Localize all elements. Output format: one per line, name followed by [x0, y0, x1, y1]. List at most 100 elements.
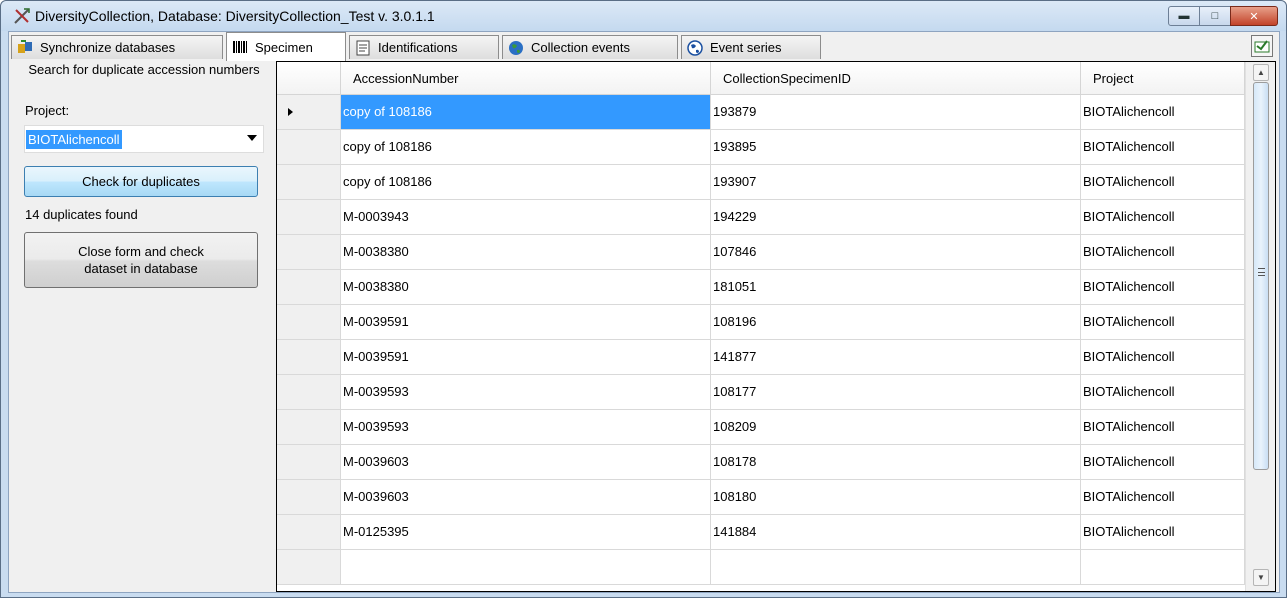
scroll-up-button[interactable]: ▲	[1253, 64, 1269, 81]
cell-project[interactable]: BIOTAlichencoll	[1081, 480, 1245, 515]
cell-collection-specimen-id[interactable]: 107846	[711, 235, 1081, 270]
row-header[interactable]	[277, 410, 341, 445]
row-header[interactable]	[277, 130, 341, 165]
column-header-collection-specimen-id[interactable]: CollectionSpecimenID	[711, 62, 1081, 95]
maximize-button[interactable]: □	[1199, 6, 1231, 26]
row-header[interactable]	[277, 305, 341, 340]
table-row[interactable]: M-0125395 141884 BIOTAlichencoll	[277, 515, 1245, 550]
globe-icon	[507, 39, 525, 57]
table-row[interactable]: copy of 108186 193879 BIOTAlichencoll	[277, 95, 1245, 130]
close-form-button[interactable]: Close form and check dataset in database	[24, 232, 258, 288]
cell-project[interactable]: BIOTAlichencoll	[1081, 445, 1245, 480]
cell-project[interactable]: BIOTAlichencoll	[1081, 515, 1245, 550]
table-row[interactable]: M-0003943 194229 BIOTAlichencoll	[277, 200, 1245, 235]
row-header[interactable]	[277, 550, 341, 585]
cell-accession-number[interactable]: M-0039593	[341, 375, 711, 410]
table-row[interactable]: M-0038380 107846 BIOTAlichencoll	[277, 235, 1245, 270]
cell-accession-number[interactable]: M-0039593	[341, 410, 711, 445]
row-header[interactable]	[277, 340, 341, 375]
title-bar[interactable]: DiversityCollection, Database: Diversity…	[1, 1, 1286, 31]
cell-project[interactable]: BIOTAlichencoll	[1081, 270, 1245, 305]
cell-project[interactable]: BIOTAlichencoll	[1081, 165, 1245, 200]
table-row[interactable]: M-0038380 181051 BIOTAlichencoll	[277, 270, 1245, 305]
cell-collection-specimen-id[interactable]: 194229	[711, 200, 1081, 235]
cell-project[interactable]: BIOTAlichencoll	[1081, 130, 1245, 165]
cell-accession-number[interactable]: M-0038380	[341, 235, 711, 270]
project-select-value: BIOTAlichencoll	[26, 130, 122, 149]
cell-project[interactable]: BIOTAlichencoll	[1081, 95, 1245, 130]
row-header[interactable]	[277, 515, 341, 550]
cell-accession-number[interactable]	[341, 550, 711, 585]
cell-accession-number[interactable]: M-0003943	[341, 200, 711, 235]
row-header[interactable]	[277, 235, 341, 270]
row-header[interactable]	[277, 95, 341, 130]
cell-accession-number[interactable]: M-0039591	[341, 305, 711, 340]
cell-project[interactable]: BIOTAlichencoll	[1081, 235, 1245, 270]
check-duplicates-button[interactable]: Check for duplicates	[24, 166, 258, 197]
row-header-corner[interactable]	[277, 62, 341, 95]
vertical-scrollbar[interactable]: ▲ ▼	[1245, 62, 1275, 591]
cell-accession-number[interactable]: M-0039603	[341, 480, 711, 515]
row-header[interactable]	[277, 445, 341, 480]
cell-collection-specimen-id[interactable]: 141884	[711, 515, 1081, 550]
minimize-button[interactable]: ▬	[1168, 6, 1200, 26]
table-row[interactable]: M-0039603 108178 BIOTAlichencoll	[277, 445, 1245, 480]
duplicates-grid[interactable]: AccessionNumber CollectionSpecimenID Pro…	[276, 61, 1276, 592]
check-mail-icon	[1254, 40, 1270, 53]
cell-collection-specimen-id[interactable]: 181051	[711, 270, 1081, 305]
cell-collection-specimen-id[interactable]: 108209	[711, 410, 1081, 445]
cell-project[interactable]	[1081, 550, 1245, 585]
cell-collection-specimen-id[interactable]	[711, 550, 1081, 585]
tab-specimen[interactable]: Specimen	[226, 32, 346, 61]
row-header[interactable]	[277, 270, 341, 305]
row-header[interactable]	[277, 480, 341, 515]
tab-identifications[interactable]: Identifications	[349, 35, 499, 59]
row-header[interactable]	[277, 200, 341, 235]
table-row[interactable]: copy of 108186 193907 BIOTAlichencoll	[277, 165, 1245, 200]
row-header[interactable]	[277, 165, 341, 200]
scroll-down-button[interactable]: ▼	[1253, 569, 1269, 586]
cell-collection-specimen-id[interactable]: 108180	[711, 480, 1081, 515]
table-row[interactable]: M-0039593 108209 BIOTAlichencoll	[277, 410, 1245, 445]
cell-collection-specimen-id[interactable]: 141877	[711, 340, 1081, 375]
close-window-button[interactable]: ✕	[1230, 6, 1278, 26]
status-button[interactable]	[1251, 35, 1273, 57]
grid-rows: copy of 108186 193879 BIOTAlichencoll copy …	[277, 95, 1245, 585]
cell-accession-number[interactable]: copy of 108186	[341, 165, 711, 200]
cell-collection-specimen-id[interactable]: 193907	[711, 165, 1081, 200]
cell-collection-specimen-id[interactable]: 108177	[711, 375, 1081, 410]
table-row[interactable]: M-0039603 108180 BIOTAlichencoll	[277, 480, 1245, 515]
scroll-thumb[interactable]	[1253, 82, 1269, 470]
cell-project[interactable]: BIOTAlichencoll	[1081, 375, 1245, 410]
column-header-accession-number[interactable]: AccessionNumber	[341, 62, 711, 95]
tab-event-series[interactable]: Event series	[681, 35, 821, 59]
cell-project[interactable]: BIOTAlichencoll	[1081, 340, 1245, 375]
column-header-project[interactable]: Project	[1081, 62, 1245, 95]
cell-collection-specimen-id[interactable]: 193879	[711, 95, 1081, 130]
table-row[interactable]: M-0039591 108196 BIOTAlichencoll	[277, 305, 1245, 340]
cell-collection-specimen-id[interactable]: 193895	[711, 130, 1081, 165]
cell-project[interactable]: BIOTAlichencoll	[1081, 200, 1245, 235]
cell-accession-number[interactable]: M-0038380	[341, 270, 711, 305]
chevron-down-icon[interactable]	[247, 135, 257, 141]
cell-collection-specimen-id[interactable]: 108196	[711, 305, 1081, 340]
cell-accession-number[interactable]: M-0125395	[341, 515, 711, 550]
cell-accession-number[interactable]: copy of 108186	[341, 95, 711, 130]
project-select[interactable]: BIOTAlichencoll	[24, 125, 264, 153]
cell-accession-number[interactable]: copy of 108186	[341, 130, 711, 165]
table-row[interactable]: copy of 108186 193895 BIOTAlichencoll	[277, 130, 1245, 165]
tab-synchronize-databases[interactable]: Synchronize databases	[11, 35, 223, 59]
tab-label: Specimen	[255, 39, 313, 55]
table-row[interactable]: M-0039593 108177 BIOTAlichencoll	[277, 375, 1245, 410]
close-form-button-line2: dataset in database	[84, 261, 198, 276]
cell-accession-number[interactable]: M-0039603	[341, 445, 711, 480]
cell-project[interactable]: BIOTAlichencoll	[1081, 410, 1245, 445]
cell-accession-number[interactable]: M-0039591	[341, 340, 711, 375]
globe-series-icon	[686, 39, 704, 57]
cell-project[interactable]: BIOTAlichencoll	[1081, 305, 1245, 340]
table-row[interactable]: M-0039591 141877 BIOTAlichencoll	[277, 340, 1245, 375]
tab-collection-events[interactable]: Collection events	[502, 35, 678, 59]
table-row[interactable]	[277, 550, 1245, 585]
cell-collection-specimen-id[interactable]: 108178	[711, 445, 1081, 480]
row-header[interactable]	[277, 375, 341, 410]
